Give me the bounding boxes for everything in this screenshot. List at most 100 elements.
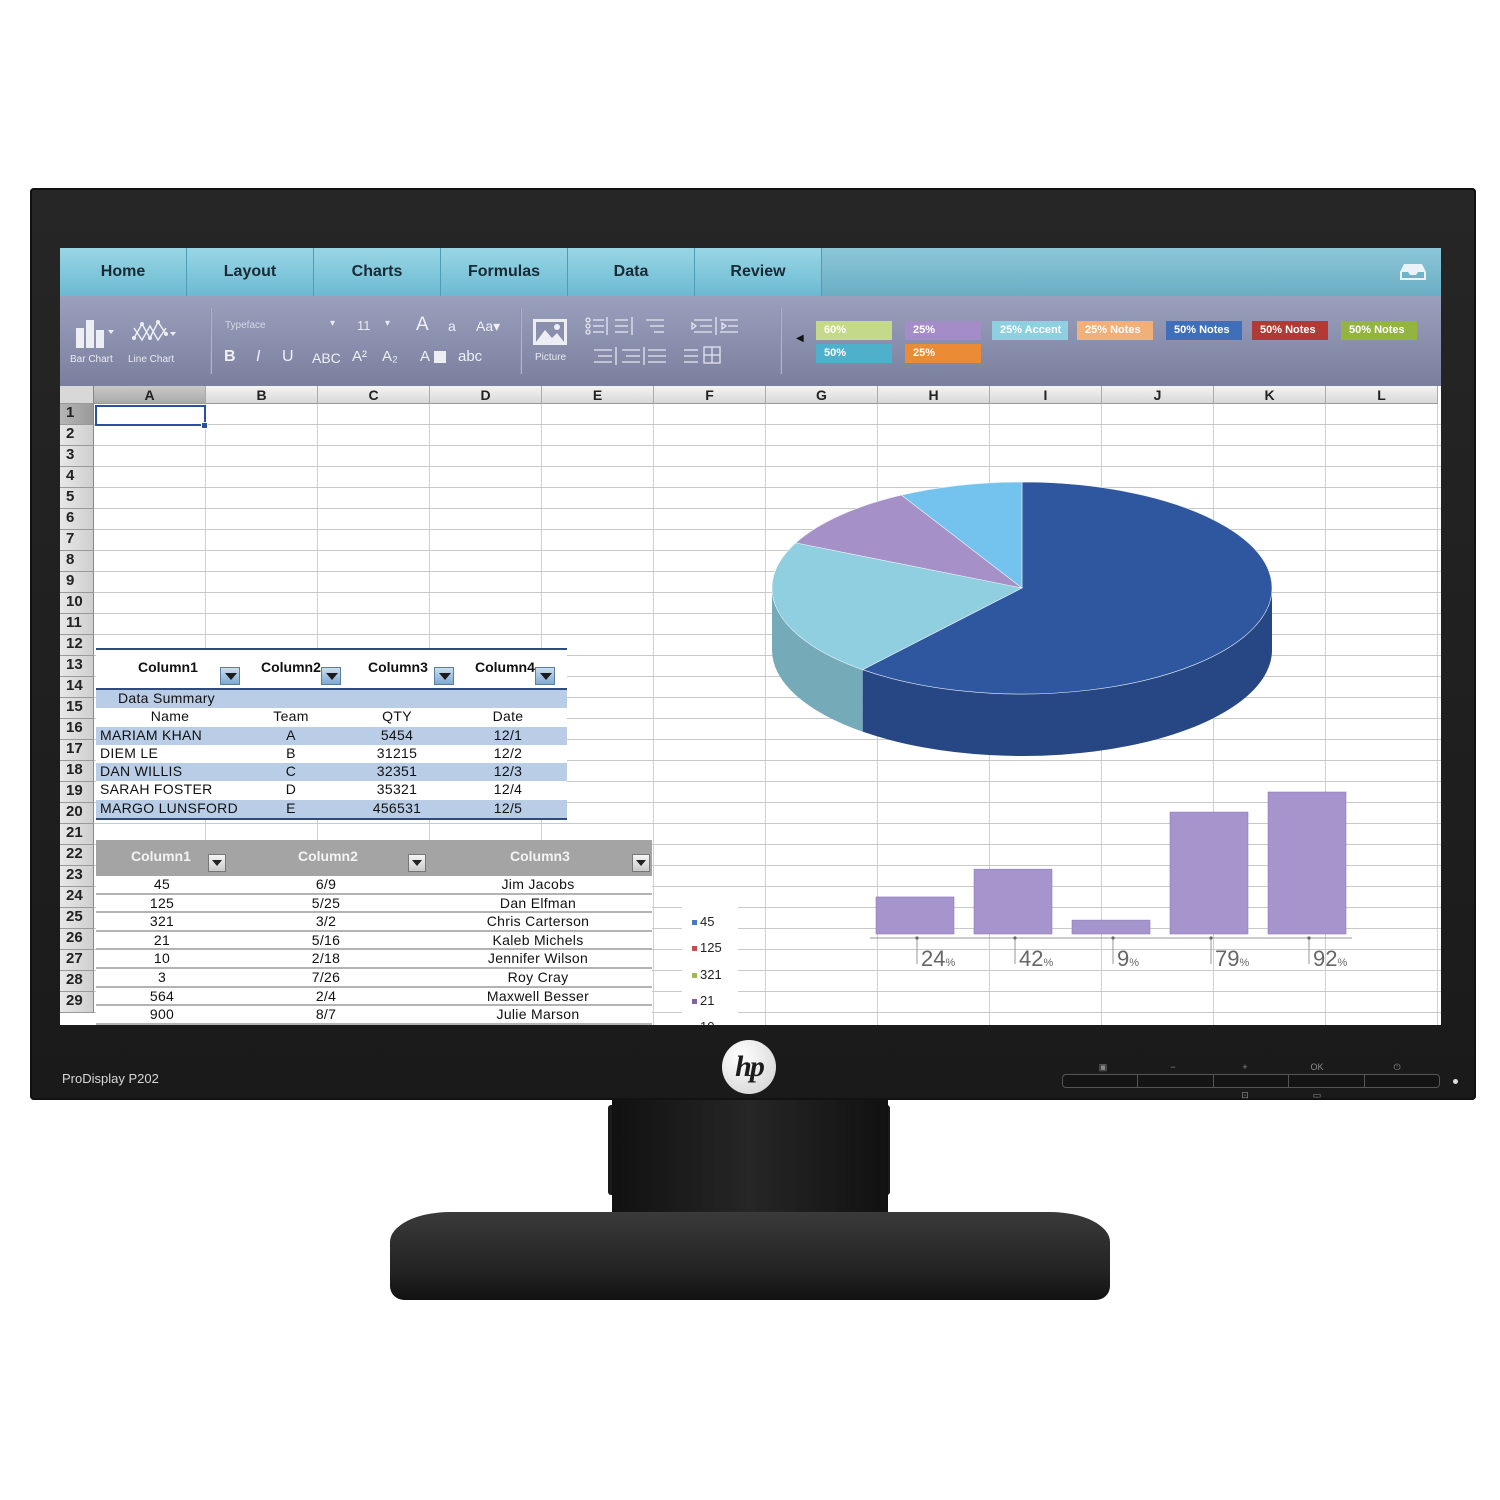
table-row[interactable]: DAN WILLIS C 32351 12/3 bbox=[96, 763, 567, 782]
row-header-1[interactable]: 1 bbox=[60, 404, 94, 425]
column-header-f[interactable]: F bbox=[654, 386, 766, 404]
bar[interactable] bbox=[973, 868, 1053, 935]
typeface-chevron-icon[interactable]: ▾ bbox=[330, 318, 335, 329]
column-header-h[interactable]: H bbox=[878, 386, 990, 404]
osd-menu-button[interactable] bbox=[1063, 1075, 1139, 1087]
selected-cell-a1[interactable] bbox=[95, 405, 206, 426]
row-header-22[interactable]: 22 bbox=[60, 845, 94, 866]
picture-icon[interactable] bbox=[532, 318, 568, 346]
row-header-7[interactable]: 7 bbox=[60, 530, 94, 551]
bar[interactable] bbox=[1267, 791, 1347, 935]
style-chip[interactable]: 25% Accent bbox=[992, 321, 1068, 340]
filter-dropdown-icon[interactable] bbox=[208, 854, 226, 872]
line-chart-icon[interactable] bbox=[130, 316, 176, 348]
row-header-19[interactable]: 19 bbox=[60, 782, 94, 803]
row-header-9[interactable]: 9 bbox=[60, 572, 94, 593]
table-row[interactable]: MARIAM KHAN A 5454 12/1 bbox=[96, 726, 567, 745]
filter-dropdown-icon[interactable] bbox=[632, 854, 650, 872]
style-chip[interactable]: 25% bbox=[905, 344, 981, 363]
shrink-font-button[interactable]: a bbox=[448, 318, 456, 334]
superscript-button[interactable]: A² bbox=[352, 348, 367, 365]
table-row[interactable]: MARGO LUNSFORD E 456531 12/5 bbox=[96, 799, 567, 819]
font-size-dropdown[interactable]: 11 bbox=[357, 318, 371, 333]
select-all-corner[interactable] bbox=[60, 386, 94, 404]
table-row[interactable]: 321 3/2 Chris Carterson bbox=[96, 913, 652, 932]
row-header-23[interactable]: 23 bbox=[60, 866, 94, 887]
tab-review[interactable]: Review bbox=[695, 248, 822, 296]
osd-power-button[interactable] bbox=[1365, 1075, 1439, 1087]
table-row[interactable]: 45 6/9 Jim Jacobs bbox=[96, 876, 652, 895]
row-header-21[interactable]: 21 bbox=[60, 824, 94, 845]
table-row[interactable]: 564 2/4 Maxwell Besser bbox=[96, 988, 652, 1007]
bar-chart-icon[interactable] bbox=[74, 316, 116, 350]
row-header-13[interactable]: 13 bbox=[60, 656, 94, 677]
fill-handle[interactable] bbox=[201, 422, 208, 429]
column-header-c[interactable]: C bbox=[318, 386, 430, 404]
filter-dropdown-icon[interactable] bbox=[535, 667, 555, 685]
column-header-l[interactable]: L bbox=[1326, 386, 1438, 404]
column-header-b[interactable]: B bbox=[206, 386, 318, 404]
styles-scroll-left-icon[interactable]: ◀ bbox=[796, 333, 804, 344]
bar[interactable] bbox=[1071, 919, 1151, 935]
bold-button[interactable]: B bbox=[224, 348, 236, 366]
row-header-5[interactable]: 5 bbox=[60, 488, 94, 509]
table-row[interactable]: 21 5/16 Kaleb Michels bbox=[96, 932, 652, 951]
row-header-27[interactable]: 27 bbox=[60, 950, 94, 971]
tab-layout[interactable]: Layout bbox=[187, 248, 314, 296]
table-row[interactable]: 10 2/18 Jennifer Wilson bbox=[96, 950, 652, 969]
row-header-29[interactable]: 29 bbox=[60, 992, 94, 1013]
filter-dropdown-icon[interactable] bbox=[321, 667, 341, 685]
row-header-15[interactable]: 15 bbox=[60, 698, 94, 719]
bar-chart[interactable]: 24% 42% 9% 79% 92% bbox=[860, 786, 1360, 986]
style-chip[interactable]: 25% bbox=[905, 321, 981, 340]
tab-formulas[interactable]: Formulas bbox=[441, 248, 568, 296]
column-header-d[interactable]: D bbox=[430, 386, 542, 404]
style-chip[interactable]: 50% Notes bbox=[1166, 321, 1242, 340]
style-chip[interactable]: 60% bbox=[816, 321, 892, 340]
row-header-25[interactable]: 25 bbox=[60, 908, 94, 929]
table-row[interactable]: 3 7/26 Roy Cray bbox=[96, 969, 652, 988]
column-header-g[interactable]: G bbox=[766, 386, 878, 404]
tab-home[interactable]: Home bbox=[60, 248, 187, 296]
row-header-24[interactable]: 24 bbox=[60, 887, 94, 908]
underline-button[interactable]: U bbox=[282, 348, 294, 366]
table-row[interactable]: SARAH FOSTER D 35321 12/4 bbox=[96, 781, 567, 799]
table-row[interactable]: 125 5/25 Dan Elfman bbox=[96, 895, 652, 914]
row-header-26[interactable]: 26 bbox=[60, 929, 94, 950]
row-header-10[interactable]: 10 bbox=[60, 593, 94, 614]
row-header-12[interactable]: 12 bbox=[60, 635, 94, 656]
row-header-18[interactable]: 18 bbox=[60, 761, 94, 782]
osd-minus-button[interactable] bbox=[1138, 1075, 1214, 1087]
typeface-dropdown[interactable]: Typeface bbox=[225, 320, 266, 331]
highlight-button[interactable]: A bbox=[420, 348, 430, 365]
column-header-k[interactable]: K bbox=[1214, 386, 1326, 404]
text-effect-button[interactable]: abc bbox=[458, 348, 482, 365]
osd-plus-button[interactable] bbox=[1214, 1075, 1290, 1087]
filter-dropdown-icon[interactable] bbox=[434, 667, 454, 685]
change-case-button[interactable]: Aa▾ bbox=[476, 318, 500, 335]
strikethrough-button[interactable]: ABC bbox=[312, 350, 341, 366]
pie-chart[interactable] bbox=[760, 482, 1280, 792]
inbox-tray-icon[interactable] bbox=[1399, 262, 1427, 282]
style-chip[interactable]: 50% Notes bbox=[1341, 321, 1417, 340]
grow-font-button[interactable]: A bbox=[416, 314, 429, 336]
row-header-8[interactable]: 8 bbox=[60, 551, 94, 572]
italic-button[interactable]: I bbox=[256, 348, 260, 366]
table-row[interactable]: DIEM LE B 31215 12/2 bbox=[96, 745, 567, 763]
style-chip[interactable]: 25% Notes bbox=[1077, 321, 1153, 340]
row-header-11[interactable]: 11 bbox=[60, 614, 94, 635]
table-row[interactable]: 900 8/7 Julie Marson bbox=[96, 1006, 652, 1025]
column-header-e[interactable]: E bbox=[542, 386, 654, 404]
row-header-2[interactable]: 2 bbox=[60, 425, 94, 446]
row-header-6[interactable]: 6 bbox=[60, 509, 94, 530]
tab-charts[interactable]: Charts bbox=[314, 248, 441, 296]
row-header-28[interactable]: 28 bbox=[60, 971, 94, 992]
row-header-4[interactable]: 4 bbox=[60, 467, 94, 488]
column-header-i[interactable]: I bbox=[990, 386, 1102, 404]
bar[interactable] bbox=[1169, 811, 1249, 935]
tab-data[interactable]: Data bbox=[568, 248, 695, 296]
filter-dropdown-icon[interactable] bbox=[408, 854, 426, 872]
row-header-3[interactable]: 3 bbox=[60, 446, 94, 467]
style-chip[interactable]: 50% Notes bbox=[1252, 321, 1328, 340]
style-chip[interactable]: 50% bbox=[816, 344, 892, 363]
